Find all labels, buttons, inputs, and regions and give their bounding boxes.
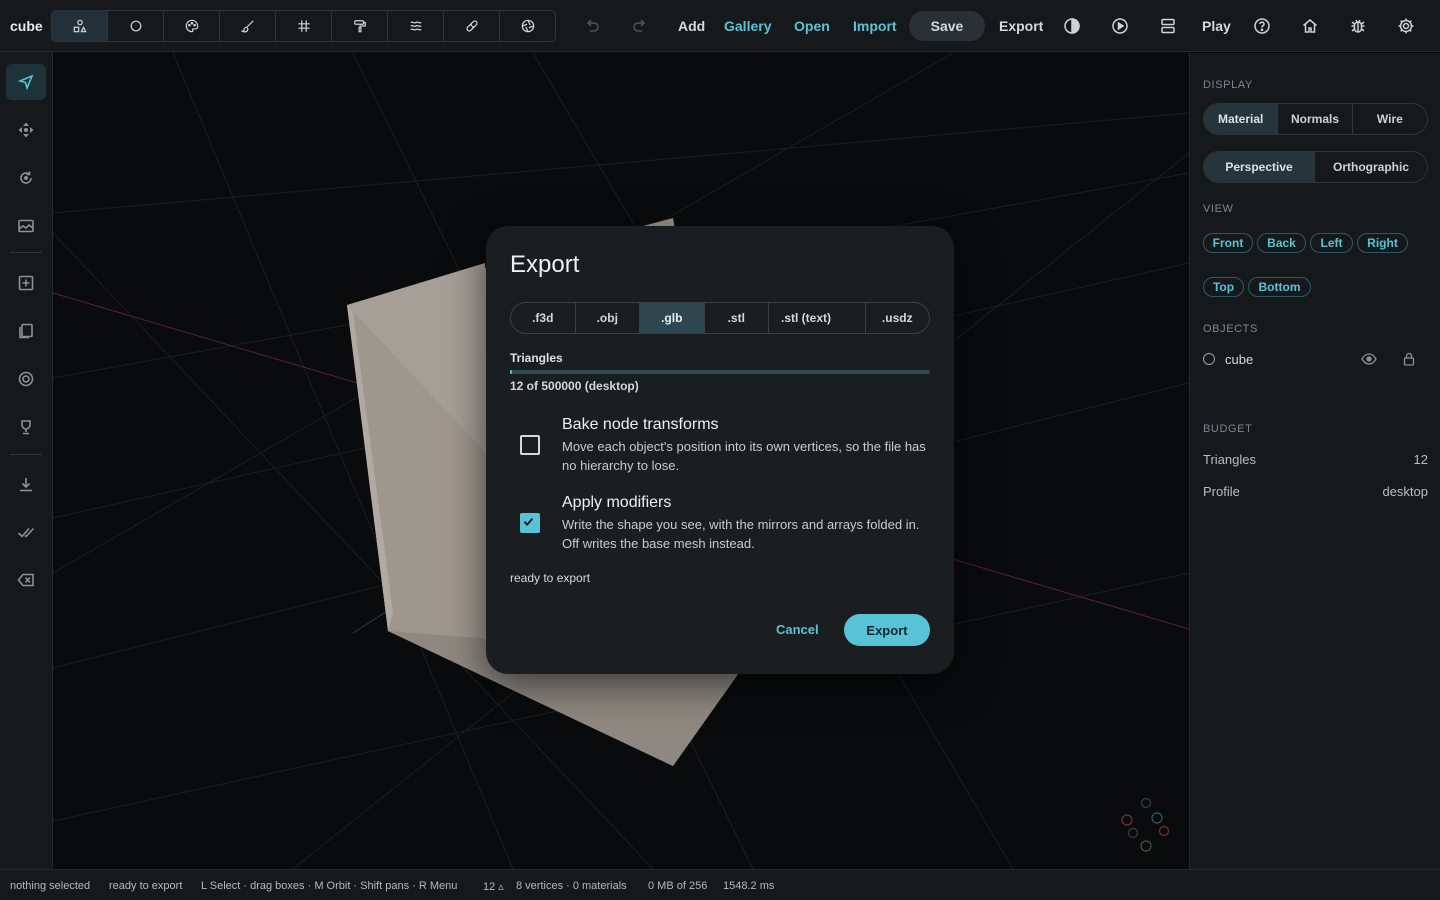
bake-transforms-title: Bake node transforms	[562, 416, 719, 433]
bake-transforms-description: Move each object's position into its own…	[562, 439, 926, 473]
cancel-button[interactable]: Cancel	[776, 622, 819, 637]
triangle-count-text: 12 of 500000 (desktop)	[510, 379, 639, 393]
triangle-budget-bar	[510, 370, 930, 374]
export-status: ready to export	[510, 571, 591, 585]
export-dialog: Export .f3d .obj .glb .stl .stl (text) .…	[486, 226, 954, 674]
apply-modifiers-checkbox[interactable]	[520, 513, 540, 533]
format-stl-button[interactable]: .stl	[705, 303, 769, 333]
triangles-label: Triangles	[510, 351, 563, 365]
format-usdz-button[interactable]: .usdz	[866, 303, 930, 333]
format-glb-button[interactable]: .glb	[640, 303, 705, 333]
apply-modifiers-title: Apply modifiers	[562, 494, 672, 511]
triangle-budget-fill	[510, 370, 513, 374]
bake-transforms-checkbox[interactable]	[520, 435, 540, 455]
check-icon	[523, 517, 534, 527]
format-f3d-button[interactable]: .f3d	[511, 303, 576, 333]
format-stl-text-button[interactable]: .stl (text)	[769, 303, 866, 333]
dialog-title: Export	[510, 251, 580, 278]
format-obj-button[interactable]: .obj	[576, 303, 640, 333]
apply-modifiers-description: Write the shape you see, with the mirror…	[562, 517, 920, 551]
export-button[interactable]: Export	[844, 614, 930, 646]
format-selector: .f3d .obj .glb .stl .stl (text) .usdz	[510, 302, 930, 334]
